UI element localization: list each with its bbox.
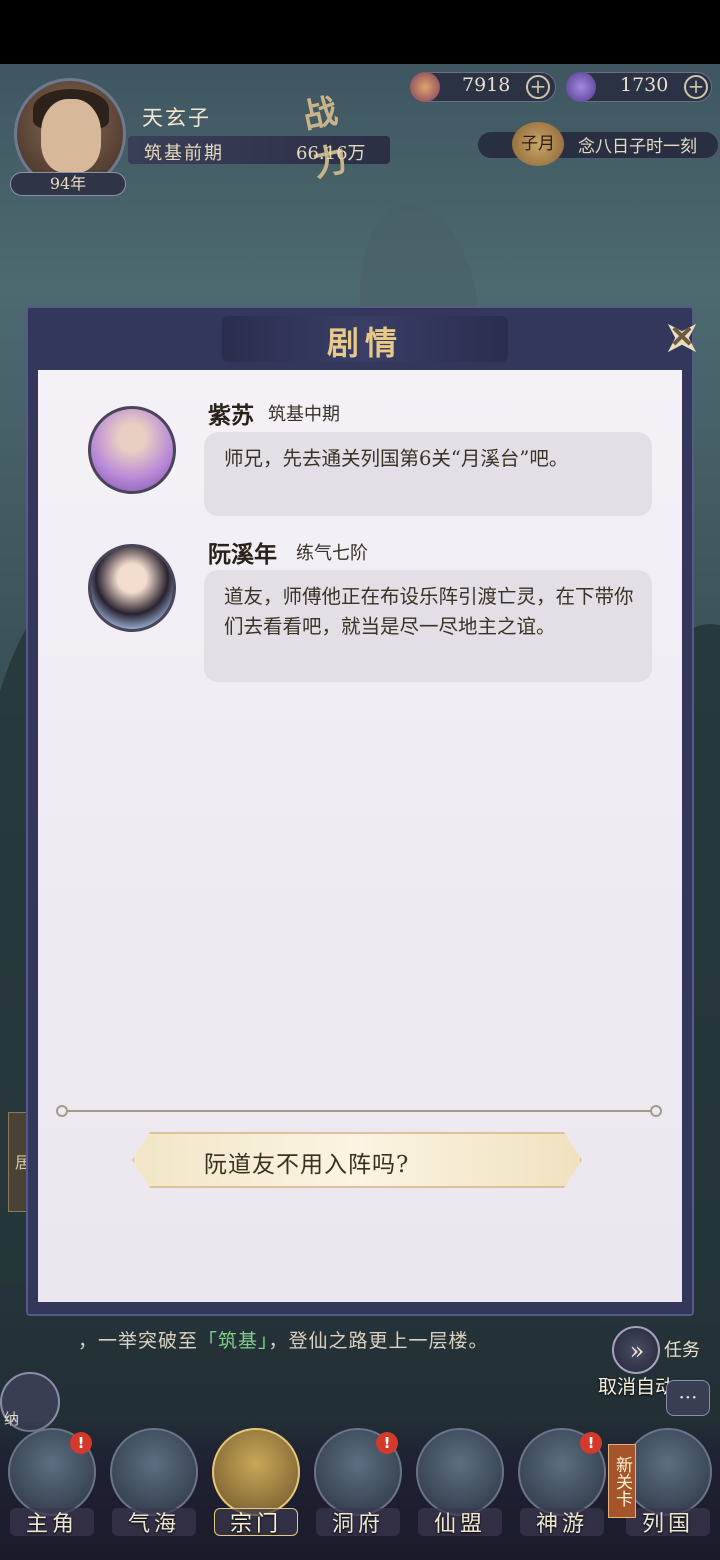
speaker-realm: 筑基中期: [268, 404, 340, 425]
message-bubble: 师兄，先去通关列国第6关“月溪台”吧。: [204, 432, 652, 516]
add-resource-1-button[interactable]: +: [526, 75, 550, 99]
add-resource-2-button[interactable]: +: [684, 75, 708, 99]
alert-badge: !: [580, 1432, 602, 1454]
month-badge: 子月: [512, 122, 564, 166]
age-badge: 94年: [10, 172, 126, 196]
sect-pagoda-icon: [212, 1428, 300, 1516]
nav-label: 气海: [127, 1512, 180, 1537]
crystal-icon: [566, 72, 596, 102]
close-icon: ✕: [669, 320, 695, 355]
player-name: 天玄子: [142, 106, 211, 130]
nav-label: 洞府: [331, 1512, 384, 1537]
speaker-realm: 练气七阶: [296, 543, 368, 564]
status-bar: [0, 0, 720, 64]
story-text: ，一举突破至「筑基」，登仙之路更上一层楼。: [78, 1326, 489, 1353]
nav-label: 神游: [535, 1512, 588, 1537]
task-button[interactable]: 任务: [664, 1336, 700, 1362]
divider: [62, 1110, 658, 1112]
story-prefix: ，一举突破至: [78, 1330, 199, 1352]
speaker-avatar-zisu: [88, 406, 176, 494]
speaker-avatar-ruanxinian: [88, 544, 176, 632]
close-button[interactable]: ✕: [656, 312, 708, 364]
nations-landscape-icon: [624, 1428, 712, 1516]
dialog-title: 剧情: [326, 324, 403, 362]
nav-label: 宗门: [229, 1512, 282, 1537]
avatar-face: [41, 99, 101, 173]
nav-sect[interactable]: 宗门: [208, 1428, 304, 1552]
nav-alliance[interactable]: 仙盟: [412, 1428, 508, 1552]
resource-value-2: 1730: [620, 74, 669, 96]
divider-end-right: [650, 1105, 662, 1117]
spirit-stone-icon: [410, 72, 440, 102]
message-bubble: 道友，师傅他正在布设乐阵引渡亡灵，在下带你们去看看吧，就当是尽一尽地主之谊。: [204, 570, 652, 682]
chat-button[interactable]: ···: [666, 1380, 710, 1416]
divider-end-left: [56, 1105, 68, 1117]
nav-label: 仙盟: [433, 1512, 486, 1537]
nav-qihai[interactable]: 气海: [106, 1428, 202, 1552]
nav-label: 主角: [25, 1512, 78, 1537]
combat-power: 66.16万: [296, 143, 366, 164]
dialog-choice-label[interactable]: 阮道友不用入阵吗?: [204, 1145, 409, 1179]
auto-play-button[interactable]: »: [612, 1326, 660, 1374]
player-realm: 筑基前期: [144, 143, 224, 164]
nav-protagonist[interactable]: ! 主角: [4, 1428, 100, 1552]
speaker-name: 紫苏: [208, 402, 254, 429]
story-suffix: ，登仙之路更上一层楼。: [268, 1330, 489, 1352]
meditation-icon: [110, 1428, 198, 1516]
new-stage-tag: 新关卡: [608, 1444, 636, 1518]
fast-forward-icon: »: [629, 1337, 645, 1365]
nav-wander[interactable]: ! 神游: [514, 1428, 610, 1552]
story-highlight: 「筑基」: [198, 1330, 269, 1352]
nav-cave[interactable]: ! 洞府: [310, 1428, 406, 1552]
resource-value-1: 7918: [462, 74, 511, 96]
alliance-hall-icon: [416, 1428, 504, 1516]
alert-badge: !: [70, 1432, 92, 1454]
speaker-name: 阮溪年: [208, 541, 277, 568]
cancel-auto-label[interactable]: 取消自动: [598, 1372, 674, 1399]
date-text: 念八日子时一刻: [578, 137, 697, 157]
alert-badge: !: [376, 1432, 398, 1454]
